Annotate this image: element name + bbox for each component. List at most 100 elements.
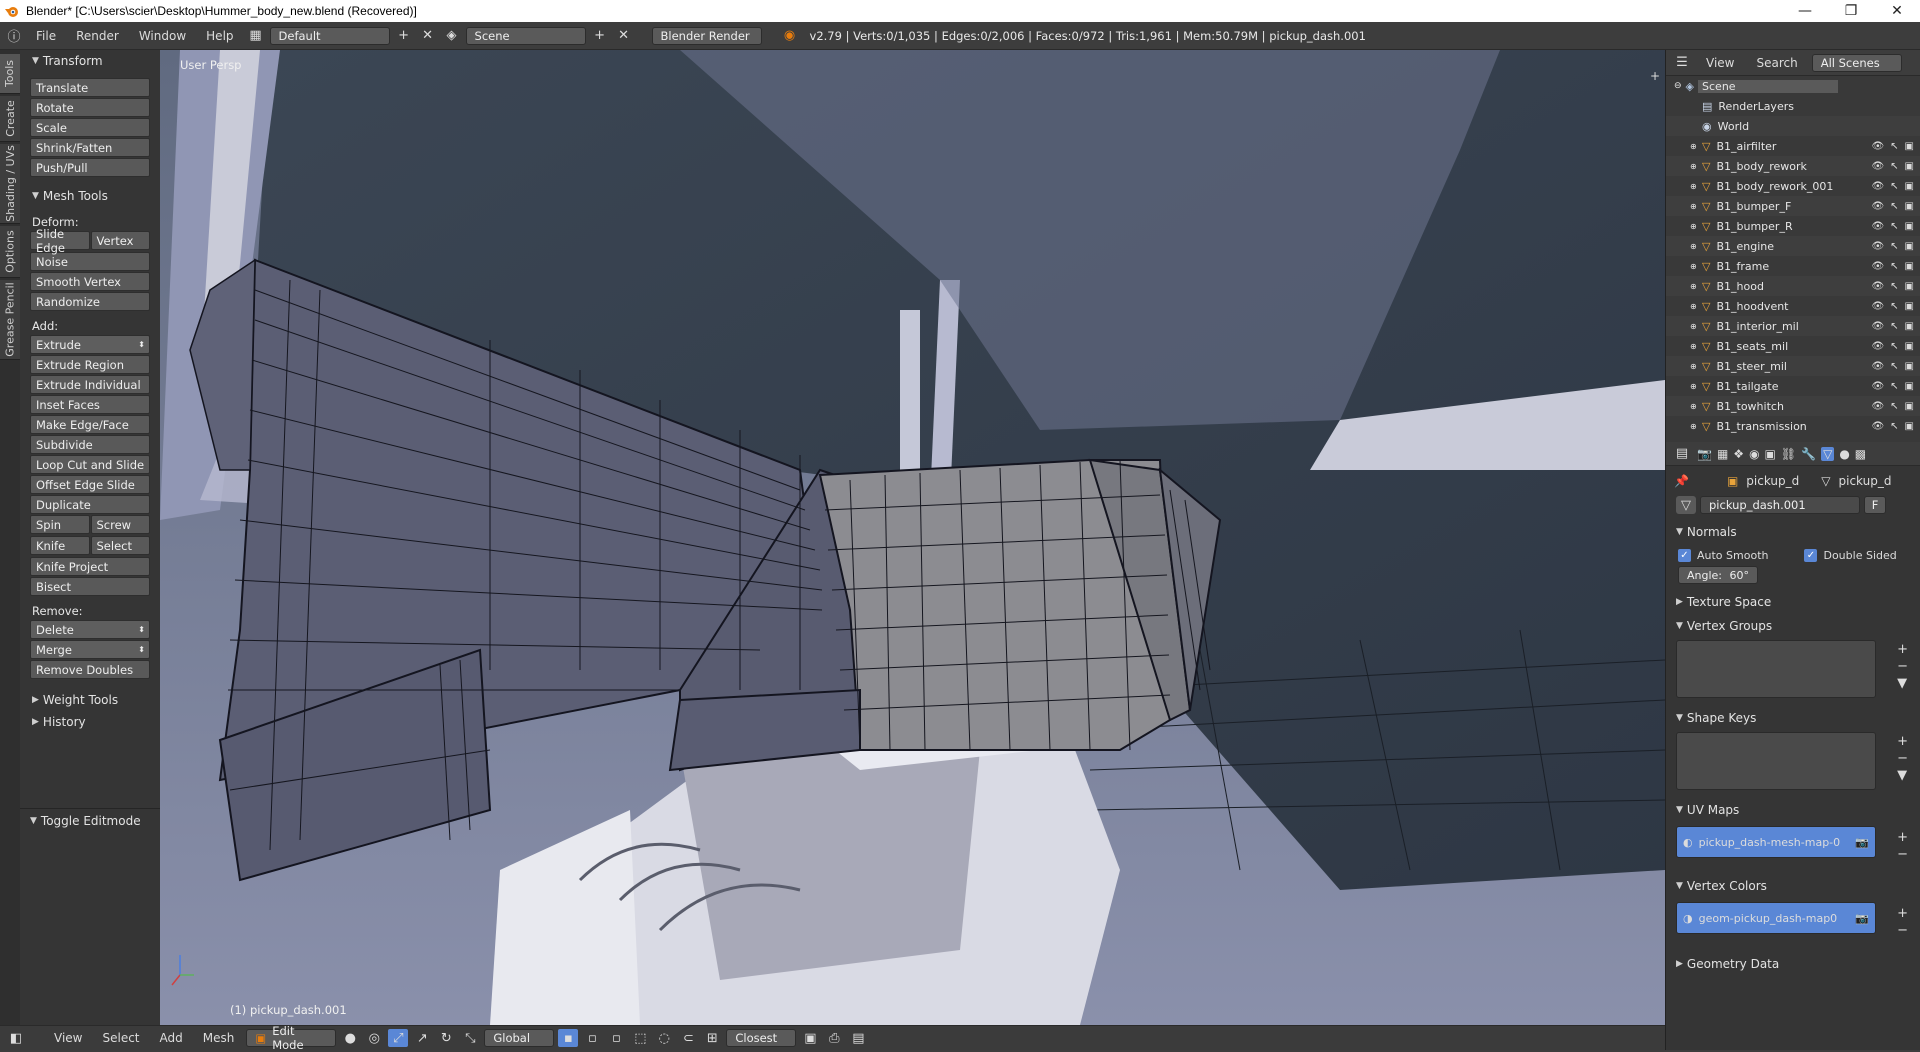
render-camera-icon[interactable]: ▣ — [1905, 221, 1914, 232]
randomize-button[interactable]: Randomize — [30, 292, 150, 311]
outliner-item[interactable]: ⊕ ▽ B1_frame 👁 ↖ ▣ — [1666, 256, 1920, 276]
double-sided-checkbox[interactable]: ✓ — [1804, 548, 1818, 562]
extrude-individual-button[interactable]: Extrude Individual — [30, 375, 150, 394]
eye-icon[interactable]: 👁 — [1871, 141, 1884, 152]
outliner-editor-icon[interactable]: ☰ — [1672, 54, 1692, 72]
render-engine-select[interactable]: Blender Render — [651, 26, 762, 45]
snap-target-select[interactable]: Closest — [726, 1029, 797, 1047]
outliner-item[interactable]: ⊕ ▽ B1_steer_mil 👁 ↖ ▣ — [1666, 356, 1920, 376]
remove-shape-key-icon[interactable]: − — [1897, 751, 1908, 766]
cursor-select-icon[interactable]: ↖ — [1890, 261, 1898, 272]
render-camera-icon[interactable]: ▣ — [1905, 181, 1914, 192]
eye-icon[interactable]: 👁 — [1871, 381, 1884, 392]
outliner-item[interactable]: ⊕ ▽ B1_transmission 👁 ↖ ▣ — [1666, 416, 1920, 436]
face-select-icon[interactable]: ▫ — [606, 1029, 626, 1047]
outliner-item[interactable]: ⊕ ▽ B1_bumper_F 👁 ↖ ▣ — [1666, 196, 1920, 216]
edge-select-icon[interactable]: ▫ — [582, 1029, 602, 1047]
expand-icon[interactable]: ⊕ — [1690, 182, 1698, 191]
extrude-region-button[interactable]: Extrude Region — [30, 355, 150, 374]
toggle-editmode-panel-header[interactable]: ▼ Toggle Editmode — [20, 810, 141, 832]
loop-cut-slide-button[interactable]: Loop Cut and Slide — [30, 455, 150, 474]
menu-file[interactable]: File — [28, 26, 64, 46]
eye-icon[interactable]: 👁 — [1871, 401, 1884, 412]
make-edge-face-button[interactable]: Make Edge/Face — [30, 415, 150, 434]
auto-smooth-checkbox[interactable]: ✓ — [1678, 548, 1691, 562]
tab-grease-pencil[interactable]: Grease Pencil — [0, 280, 20, 360]
rotate-button[interactable]: Rotate — [30, 98, 150, 117]
vertex-color-item[interactable]: ◑ geom-pickup_dash-map0 📷 — [1676, 902, 1876, 934]
menu-window[interactable]: Window — [131, 26, 194, 46]
outliner-item[interactable]: ⊕ ▽ B1_towhitch 👁 ↖ ▣ — [1666, 396, 1920, 416]
cursor-select-icon[interactable]: ↖ — [1890, 301, 1898, 312]
viewport-scene[interactable]: + — [160, 50, 1665, 1025]
scene-field[interactable]: Scene — [465, 26, 586, 45]
render-camera-icon[interactable]: ▣ — [1905, 241, 1914, 252]
vertex-color-active-render-icon[interactable]: 📷 — [1855, 912, 1869, 925]
eye-icon[interactable]: 👁 — [1871, 361, 1884, 372]
expand-icon[interactable]: ⊕ — [1690, 142, 1698, 151]
cursor-select-icon[interactable]: ↖ — [1890, 361, 1898, 372]
add-vertex-color-icon[interactable]: + — [1897, 906, 1908, 921]
outliner-item[interactable]: ⊕ ▽ B1_seats_mil 👁 ↖ ▣ — [1666, 336, 1920, 356]
remove-doubles-button[interactable]: Remove Doubles — [30, 660, 150, 679]
eye-icon[interactable]: 👁 — [1871, 261, 1884, 272]
pivot-point-icon[interactable]: ◎ — [364, 1029, 384, 1047]
shape-keys-panel-header[interactable]: ▼ Shape Keys — [1666, 706, 1920, 730]
manipulator-toggle-icon[interactable]: ⤢ — [388, 1029, 409, 1047]
close-window-button[interactable]: ✕ — [1874, 0, 1920, 22]
eye-icon[interactable]: 👁 — [1871, 341, 1884, 352]
scene-tab-icon[interactable]: ❖ — [1733, 447, 1744, 461]
proportional-edit-icon[interactable]: ◌ — [654, 1029, 674, 1047]
opengl-render-icon[interactable]: ⎙ — [824, 1029, 844, 1047]
tab-create[interactable]: Create — [0, 96, 20, 142]
cursor-select-icon[interactable]: ↖ — [1890, 201, 1898, 212]
remove-layout-icon[interactable]: ✕ — [418, 27, 438, 45]
eye-icon[interactable]: 👁 — [1871, 181, 1884, 192]
cursor-select-icon[interactable]: ↖ — [1890, 281, 1898, 292]
outliner-item[interactable]: ⊕ ▽ B1_body_rework 👁 ↖ ▣ — [1666, 156, 1920, 176]
pin-icon[interactable]: 📌 — [1674, 474, 1689, 488]
cursor-select-icon[interactable]: ↖ — [1890, 421, 1898, 432]
uv-maps-panel-header[interactable]: ▼ UV Maps — [1666, 798, 1920, 822]
render-camera-icon[interactable]: ▣ — [1905, 341, 1914, 352]
smooth-vertex-button[interactable]: Smooth Vertex — [30, 272, 150, 291]
render-camera-icon[interactable]: ▣ — [1905, 421, 1914, 432]
menu-render[interactable]: Render — [68, 26, 127, 46]
push-pull-button[interactable]: Push/Pull — [30, 158, 150, 177]
remove-vertex-group-icon[interactable]: − — [1897, 659, 1908, 674]
expand-icon[interactable]: ⊕ — [1690, 402, 1698, 411]
slide-vertex-button[interactable]: Vertex — [90, 231, 150, 250]
knife-button[interactable]: Knife — [30, 536, 90, 555]
constraints-tab-icon[interactable]: ⛓ — [1781, 447, 1796, 461]
duplicate-button[interactable]: Duplicate — [30, 495, 150, 514]
outliner-item[interactable]: ◉ World — [1666, 116, 1920, 136]
vertex-colors-panel-header[interactable]: ▼ Vertex Colors — [1666, 874, 1920, 898]
add-layout-icon[interactable]: + — [394, 27, 414, 45]
maximize-button[interactable]: ❐ — [1828, 0, 1874, 22]
outliner-item[interactable]: ⊕ ▽ B1_interior_mil 👁 ↖ ▣ — [1666, 316, 1920, 336]
translate-button[interactable]: Translate — [30, 78, 150, 97]
eye-icon[interactable]: 👁 — [1871, 201, 1884, 212]
cursor-select-icon[interactable]: ↖ — [1890, 381, 1898, 392]
outliner-item[interactable]: ▤ RenderLayers — [1666, 96, 1920, 116]
vertex-groups-list[interactable] — [1676, 640, 1876, 698]
viewport-shading-icon[interactable]: ● — [340, 1029, 360, 1047]
texture-tab-icon[interactable]: ▩ — [1855, 447, 1866, 461]
offset-edge-slide-button[interactable]: Offset Edge Slide — [30, 475, 150, 494]
eye-icon[interactable]: 👁 — [1871, 321, 1884, 332]
expand-icon[interactable]: ⊕ — [1690, 342, 1698, 351]
shape-keys-list[interactable] — [1676, 732, 1876, 790]
fake-user-button[interactable]: F — [1864, 496, 1886, 514]
outliner-item[interactable]: ⊕ ▽ B1_hood 👁 ↖ ▣ — [1666, 276, 1920, 296]
remove-vertex-color-icon[interactable]: − — [1897, 923, 1908, 938]
expand-icon[interactable]: ⊕ — [1690, 282, 1698, 291]
uv-map-active-render-icon[interactable]: 📷 — [1855, 836, 1869, 849]
outliner-item[interactable]: ⊕ ▽ B1_airfilter 👁 ↖ ▣ — [1666, 136, 1920, 156]
remove-uv-map-icon[interactable]: − — [1897, 847, 1908, 862]
properties-editor-icon[interactable]: ▤ — [1672, 445, 1692, 463]
mesh-browse-icon[interactable]: ▽ — [1676, 496, 1696, 514]
expand-icon[interactable]: ⊕ — [1690, 202, 1698, 211]
cursor-select-icon[interactable]: ↖ — [1890, 221, 1898, 232]
eye-icon[interactable]: 👁 — [1871, 301, 1884, 312]
spin-button[interactable]: Spin — [30, 515, 90, 534]
